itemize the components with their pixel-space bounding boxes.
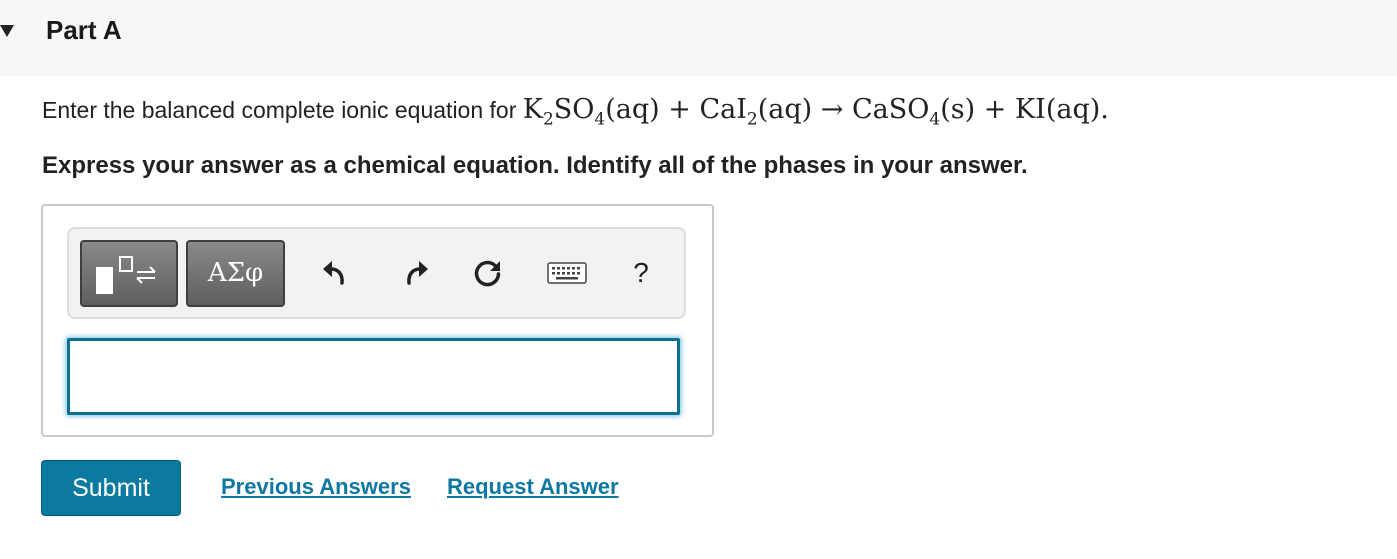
templates-button[interactable] (80, 240, 178, 307)
prompt-text: Enter the balanced complete ionic equati… (42, 97, 517, 123)
caret-down-icon[interactable] (0, 25, 14, 37)
part-header[interactable]: Part A (0, 0, 1397, 76)
answer-input[interactable] (67, 338, 680, 415)
reset-icon (474, 260, 501, 287)
keyboard-button[interactable] (543, 249, 591, 297)
answer-box: ΑΣφ ? (41, 204, 714, 437)
redo-button[interactable] (396, 249, 436, 297)
previous-answers-link[interactable]: Previous Answers (221, 474, 411, 500)
chemical-equation: K2SO4(aq) + CaI2(aq) → CaSO4(s) + KI(aq)… (522, 94, 1109, 130)
help-icon: ? (633, 257, 649, 288)
equation-toolbar: ΑΣφ ? (67, 227, 686, 319)
templates-icon (96, 256, 156, 294)
keyboard-icon (547, 262, 587, 284)
submit-button[interactable]: Submit (41, 460, 181, 516)
part-title: Part A (46, 15, 122, 45)
reset-button[interactable] (468, 249, 508, 297)
symbols-button[interactable]: ΑΣφ (186, 240, 285, 307)
undo-icon (323, 261, 344, 285)
answer-instruction: Express your answer as a chemical equati… (42, 152, 1028, 179)
help-button[interactable]: ? (621, 249, 661, 297)
question-prompt: Enter the balanced complete ionic equati… (42, 94, 1109, 130)
request-answer-link[interactable]: Request Answer (447, 474, 619, 500)
undo-button[interactable] (315, 249, 355, 297)
symbols-label: ΑΣφ (207, 258, 264, 288)
redo-icon (407, 261, 428, 285)
